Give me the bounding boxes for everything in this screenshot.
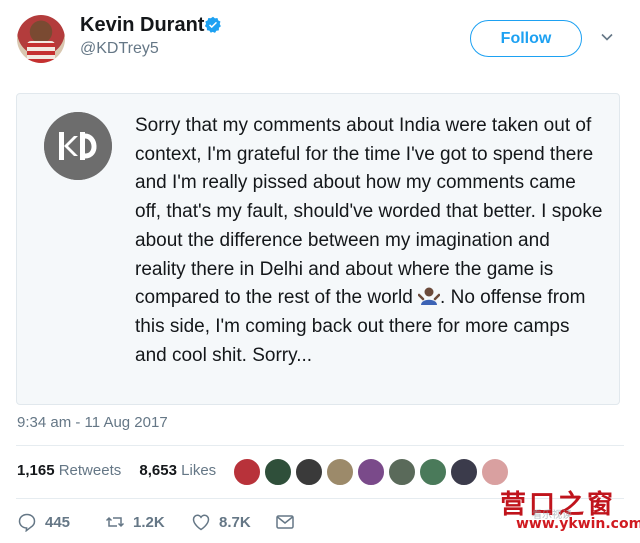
retweets-stat[interactable]: 1,165 Retweets <box>17 462 121 479</box>
likes-count: 8,653 <box>139 462 177 479</box>
kd-logo-icon <box>44 112 112 180</box>
liker-avatar[interactable] <box>294 457 324 487</box>
likes-label: Likes <box>181 462 217 479</box>
envelope-icon <box>276 515 294 529</box>
liker-avatar[interactable] <box>325 457 355 487</box>
heart-icon <box>192 514 210 531</box>
tweet-header: Kevin Durant @KDTrey5 Follow <box>0 0 640 80</box>
like-action-count: 8.7K <box>219 513 251 531</box>
tweet-stats: 1,165 Retweets 8,653 Likes <box>17 462 230 479</box>
retweets-label: Retweets <box>58 462 122 479</box>
shrug-emoji-icon <box>418 287 441 306</box>
retweets-count: 1,165 <box>17 462 55 479</box>
liker-avatar[interactable] <box>480 457 510 487</box>
liker-avatar[interactable] <box>356 457 386 487</box>
chevron-down-icon[interactable] <box>600 30 614 44</box>
watermark-url: www.ykwin.com <box>516 516 640 532</box>
retweet-button[interactable]: 1.2K <box>105 512 165 532</box>
tweet-text-part-1: Sorry that my comments about India were … <box>135 115 603 309</box>
tweet-text: Sorry that my comments about India were … <box>135 112 605 370</box>
quoted-image-card: Sorry that my comments about India were … <box>16 93 620 405</box>
likes-stat[interactable]: 8,653 Likes <box>139 462 216 479</box>
reply-button[interactable]: 445 <box>17 512 70 532</box>
divider <box>16 445 624 446</box>
follow-button[interactable]: Follow <box>470 20 582 57</box>
reply-icon <box>18 513 36 532</box>
site-watermark: 营口之窗 看乐视读 www.ykwin.com <box>490 484 640 542</box>
tweet-timestamp[interactable]: 9:34 am - 11 Aug 2017 <box>17 414 168 431</box>
direct-message-button[interactable] <box>275 512 295 532</box>
liker-avatar[interactable] <box>449 457 479 487</box>
retweet-icon <box>105 516 125 528</box>
liker-avatar[interactable] <box>387 457 417 487</box>
liker-avatar[interactable] <box>418 457 448 487</box>
like-button[interactable]: 8.7K <box>191 512 251 532</box>
retweet-action-count: 1.2K <box>133 513 165 531</box>
display-name[interactable]: Kevin Durant <box>80 14 204 37</box>
reply-count: 445 <box>45 513 71 531</box>
liker-avatar[interactable] <box>232 457 262 487</box>
profile-avatar[interactable] <box>17 15 65 63</box>
verified-badge-icon <box>204 16 221 33</box>
liker-avatar[interactable] <box>263 457 293 487</box>
user-handle[interactable]: @KDTrey5 <box>80 40 159 58</box>
